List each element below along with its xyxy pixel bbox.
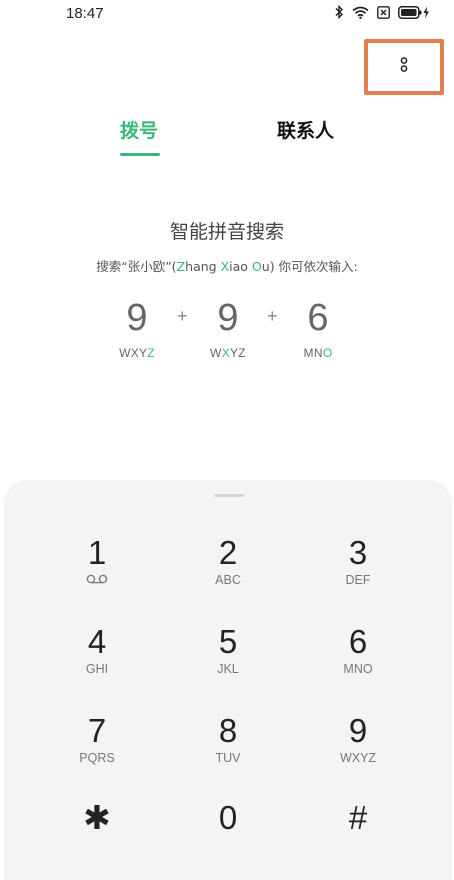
more-options-button[interactable] (364, 39, 444, 95)
hint-u: u (261, 259, 270, 274)
key-letters: TUV (215, 751, 241, 765)
key-digit: 7 (87, 712, 107, 749)
drag-handle[interactable] (214, 494, 244, 497)
hint-line: 搜索“张小欧”(Zhang Xiao Ou) 你可依次输入: (0, 256, 454, 275)
key-7[interactable]: 7 PQRS (37, 713, 157, 793)
example-digit: 9 (126, 297, 148, 339)
hint-hang: hang (185, 259, 221, 274)
example-plus: + (177, 306, 188, 326)
key-8[interactable]: 8 TUV (168, 713, 288, 793)
key-digit: 6 (348, 623, 368, 660)
key-digit: 8 (218, 712, 238, 749)
key-2[interactable]: 2 ABC (168, 535, 288, 615)
key-digit: 2 (218, 534, 238, 571)
example-letters: MNO (303, 346, 333, 360)
status-time: 18:47 (66, 5, 104, 22)
tab-dial[interactable]: 拨号 (120, 116, 158, 143)
key-letters: GHI (85, 662, 109, 676)
key-digit: 0 (218, 799, 238, 836)
key-3[interactable]: 3 DEF (298, 535, 418, 615)
tab-bar: 拨号 联系人 (0, 112, 454, 162)
example-key: 9 WXYZ (198, 296, 258, 360)
hint-z: Z (176, 259, 186, 274)
battery-charging-icon (398, 5, 430, 19)
key-1[interactable]: 1 (37, 535, 157, 615)
key-letters: MNO (343, 662, 373, 676)
key-digit: # (348, 799, 368, 836)
example-digit: 9 (217, 297, 239, 339)
key-digit: 5 (218, 623, 238, 660)
example-letters: WXYZ (210, 346, 246, 360)
key-hash[interactable]: # (298, 800, 418, 880)
example-key: 6 MNO (288, 296, 348, 360)
key-digit: 3 (348, 534, 368, 571)
example-key: 9 WXYZ (107, 296, 167, 360)
key-letters (37, 573, 157, 589)
example-digit: 6 (307, 297, 329, 339)
key-0[interactable]: 0 (168, 800, 288, 880)
example-plus: + (267, 306, 278, 326)
hint-suffix: ) 你可依次输入: (269, 259, 358, 274)
hint-prefix: 搜索“张小欧”( (96, 259, 177, 274)
key-letters: WXYZ (339, 751, 377, 765)
key-star[interactable]: ✱ (37, 800, 157, 880)
wifi-icon (352, 6, 369, 19)
key-digit: 1 (87, 534, 107, 571)
status-icons (334, 5, 430, 19)
sim-off-icon (377, 5, 390, 19)
key-letters: JKL (217, 662, 239, 676)
voicemail-icon (86, 573, 108, 587)
key-digit: 4 (87, 623, 107, 660)
key-digit: 9 (348, 712, 368, 749)
tab-contacts[interactable]: 联系人 (277, 116, 334, 143)
key-4[interactable]: 4 GHI (37, 624, 157, 704)
key-6[interactable]: 6 MNO (298, 624, 418, 704)
hint-x: X (220, 259, 230, 274)
status-bar: 18:47 (0, 0, 454, 28)
key-5[interactable]: 5 JKL (168, 624, 288, 704)
hint-title: 智能拼音搜索 (169, 221, 284, 243)
dial-keypad: 1 2 ABC 3 DEF 4 GHI 5 JKL 6 MNO 7 PQRS 8… (4, 480, 452, 880)
tab-indicator (120, 153, 160, 156)
hint-o: O (251, 259, 262, 274)
example-letters: WXYZ (119, 346, 155, 360)
key-9[interactable]: 9 WXYZ (298, 713, 418, 793)
key-digit: ✱ (83, 799, 111, 836)
bluetooth-icon (334, 5, 344, 19)
pinyin-example: 9 WXYZ + 9 WXYZ + 6 MNO (0, 296, 454, 376)
hint-iao: iao (229, 259, 252, 274)
key-letters: DEF (345, 573, 371, 587)
key-letters: ABC (215, 573, 241, 587)
more-vertical-icon (399, 56, 409, 79)
key-letters: PQRS (79, 751, 115, 765)
